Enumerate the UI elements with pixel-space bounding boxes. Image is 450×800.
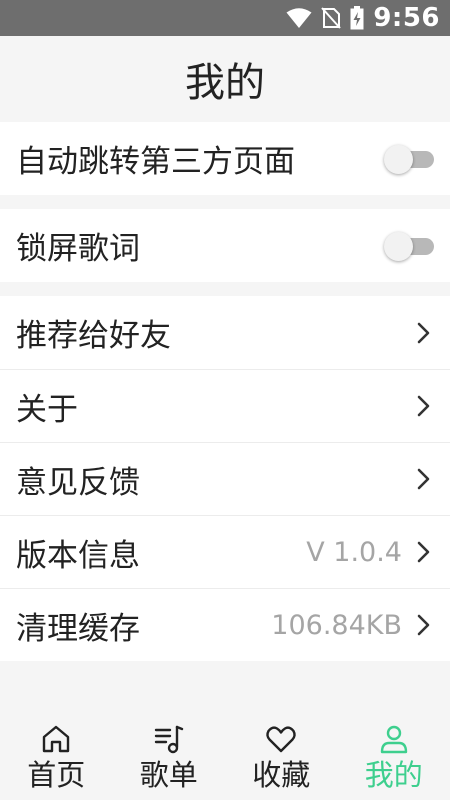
version-value: V 1.0.4 xyxy=(306,536,402,568)
chevron-right-icon xyxy=(414,393,434,419)
auto-jump-row: 自动跳转第三方页面 xyxy=(0,122,450,195)
chevron-right-icon xyxy=(414,539,434,565)
recommend-row[interactable]: 推荐给好友 xyxy=(0,296,450,369)
about-row[interactable]: 关于 xyxy=(0,369,450,442)
page-title: 我的 xyxy=(185,60,265,106)
battery-charging-icon xyxy=(350,6,364,30)
no-sim-icon xyxy=(321,6,342,30)
nav-item-favorites[interactable]: 收藏 xyxy=(225,712,338,800)
lock-lyrics-toggle[interactable] xyxy=(384,231,434,261)
about-label: 关于 xyxy=(16,391,78,428)
toggle-knob xyxy=(384,144,413,174)
auto-jump-label: 自动跳转第三方页面 xyxy=(16,144,295,180)
wifi-icon xyxy=(286,7,312,29)
chevron-right-icon xyxy=(414,320,434,346)
status-icons: 9:56 xyxy=(286,0,440,36)
bottom-nav: 首页 歌单 收藏 我的 xyxy=(0,712,450,800)
feedback-row[interactable]: 意见反馈 xyxy=(0,442,450,515)
version-row[interactable]: 版本信息 V 1.0.4 xyxy=(0,515,450,588)
nav-label-home: 首页 xyxy=(27,758,86,792)
chevron-right-icon xyxy=(414,466,434,492)
feedback-label: 意见反馈 xyxy=(16,464,140,501)
nav-item-home[interactable]: 首页 xyxy=(0,712,113,800)
nav-item-mine[interactable]: 我的 xyxy=(338,712,450,800)
nav-label-playlist: 歌单 xyxy=(139,758,198,792)
home-icon xyxy=(39,722,73,756)
clear-cache-row[interactable]: 清理缓存 106.84KB xyxy=(0,588,450,661)
auto-jump-group: 自动跳转第三方页面 xyxy=(0,122,450,195)
recommend-label: 推荐给好友 xyxy=(16,318,171,354)
clear-cache-label: 清理缓存 xyxy=(16,610,140,647)
playlist-icon xyxy=(152,722,186,756)
lock-lyrics-group: 锁屏歌词 xyxy=(0,209,450,282)
auto-jump-toggle[interactable] xyxy=(384,144,434,174)
status-time: 9:56 xyxy=(373,3,440,33)
lock-lyrics-row: 锁屏歌词 xyxy=(0,209,450,282)
cache-size-value: 106.84KB xyxy=(271,609,402,641)
nav-item-playlist[interactable]: 歌单 xyxy=(113,712,226,800)
heart-icon xyxy=(264,722,298,756)
lock-lyrics-label: 锁屏歌词 xyxy=(16,231,140,267)
version-label: 版本信息 xyxy=(16,537,140,574)
nav-label-favorites: 收藏 xyxy=(252,758,311,792)
menu-group: 推荐给好友 关于 意见反馈 版本信息 V 1.0.4 清理缓存 106.84KB xyxy=(0,296,450,661)
status-bar: 9:56 xyxy=(0,0,450,36)
nav-label-mine: 我的 xyxy=(364,758,423,792)
chevron-right-icon xyxy=(414,612,434,638)
toggle-knob xyxy=(384,231,413,261)
user-icon xyxy=(377,722,411,756)
